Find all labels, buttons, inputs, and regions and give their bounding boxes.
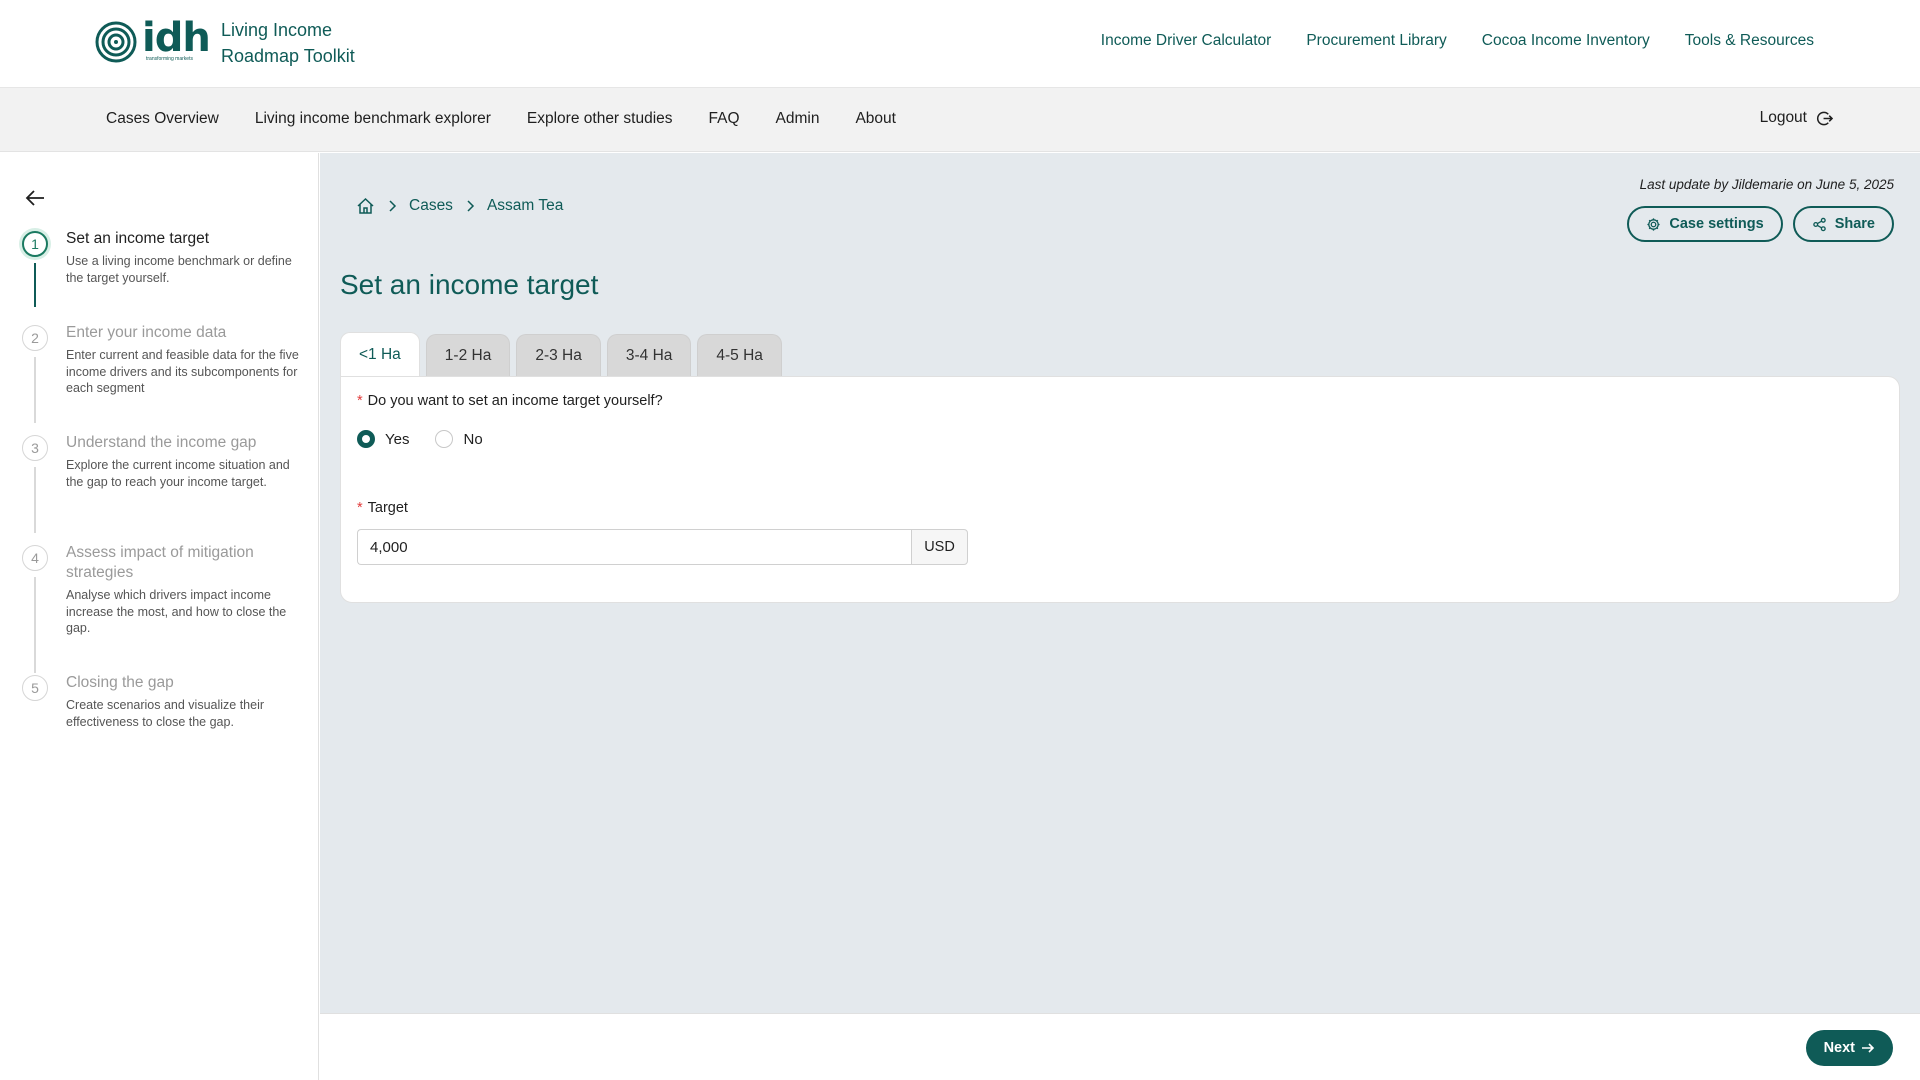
chevron-right-icon (389, 200, 397, 212)
steps-sidebar: 1 Set an income target Use a living inco… (0, 153, 319, 1080)
toolkit-title-line2: Roadmap Toolkit (221, 46, 355, 66)
share-label: Share (1834, 216, 1875, 232)
case-settings-button[interactable]: Case settings (1627, 206, 1783, 242)
nav-cases-overview[interactable]: Cases Overview (106, 110, 219, 128)
question-text: Do you want to set an income target your… (367, 393, 663, 409)
nav-explore-other-studies[interactable]: Explore other studies (527, 110, 673, 128)
target-label: * Target (357, 500, 408, 516)
main-content: Cases Assam Tea Last update by Jildemari… (320, 153, 1920, 1013)
step-title: Understand the income gap (66, 434, 257, 451)
step-connector (34, 263, 36, 307)
logo-subtext: transforming markets (146, 56, 193, 62)
step-connector (34, 357, 36, 423)
home-icon[interactable] (356, 197, 375, 215)
radio-no-label: No (463, 430, 483, 448)
step-title: Set an income target (66, 230, 210, 247)
top-header: idh transforming markets Living Income R… (0, 0, 1920, 88)
radio-no[interactable]: No (435, 430, 483, 448)
step-number: 5 (22, 675, 48, 701)
nav-about[interactable]: About (855, 110, 896, 128)
radio-no-dot[interactable] (435, 430, 454, 448)
nav-benchmark-explorer[interactable]: Living income benchmark explorer (255, 110, 491, 128)
nav-cocoa-income-inventory[interactable]: Cocoa Income Inventory (1482, 32, 1650, 50)
page-title: Set an income target (340, 269, 599, 300)
breadcrumb: Cases Assam Tea (356, 197, 563, 215)
required-marker: * (357, 500, 363, 516)
nav-income-driver-calculator[interactable]: Income Driver Calculator (1101, 32, 1272, 50)
share-button[interactable]: Share (1792, 206, 1894, 242)
step-number: 2 (22, 325, 48, 351)
nav-tools-resources[interactable]: Tools & Resources (1685, 32, 1814, 50)
next-label: Next (1823, 1040, 1855, 1056)
tab-1-2-ha[interactable]: 1-2 Ha (425, 334, 511, 376)
idh-logo[interactable]: idh transforming markets (94, 15, 211, 64)
step-description: Explore the current income situation and… (66, 458, 290, 489)
share-icon (1812, 217, 1826, 231)
breadcrumb-cases[interactable]: Cases (409, 197, 453, 215)
case-actions: Case settings Share (1627, 206, 1894, 242)
step-title: Assess impact of mitigation strategies (66, 544, 254, 581)
required-marker: * (357, 393, 363, 409)
logout-button[interactable]: Logout (1760, 109, 1833, 127)
currency-addon: USD (911, 529, 968, 565)
step-number: 1 (22, 231, 48, 257)
nav-admin[interactable]: Admin (776, 110, 820, 128)
footer-bar: Next (320, 1013, 1920, 1080)
step-description: Use a living income benchmark or define … (66, 254, 292, 285)
logout-label: Logout (1759, 109, 1807, 126)
radio-yes-label: Yes (385, 430, 410, 448)
logout-icon (1817, 111, 1833, 125)
step-description: Enter current and feasible data for the … (66, 348, 299, 395)
toolkit-title-line1: Living Income (221, 20, 333, 40)
tab-3-4-ha[interactable]: 3-4 Ha (606, 334, 692, 376)
nav-faq[interactable]: FAQ (709, 110, 740, 128)
step-description: Analyse which drivers impact income incr… (66, 588, 287, 635)
case-settings-label: Case settings (1669, 216, 1764, 232)
breadcrumb-current: Assam Tea (486, 197, 564, 214)
step-number: 3 (22, 435, 48, 461)
back-arrow-icon[interactable] (24, 187, 46, 209)
target-input[interactable]: 4,000 (357, 529, 911, 565)
step-connector (34, 467, 36, 533)
step-number: 4 (22, 545, 48, 571)
gear-icon (1647, 217, 1660, 231)
target-label-text: Target (367, 500, 408, 516)
spiral-logo-icon (95, 21, 137, 63)
top-nav: Income Driver Calculator Procurement Lib… (1101, 32, 1814, 50)
arrow-right-icon (1862, 1043, 1875, 1053)
radio-yes[interactable]: Yes (357, 430, 409, 448)
logo-text: idh (142, 15, 211, 61)
step-title: Enter your income data (66, 324, 227, 341)
segment-tabs: <1 Ha 1-2 Ha 2-3 Ha 3-4 Ha 4-5 Ha (340, 332, 782, 376)
tab-2-3-ha[interactable]: 2-3 Ha (516, 334, 601, 376)
step-connector (34, 577, 36, 673)
secondary-nav: Cases Overview Living income benchmark e… (0, 88, 1920, 152)
next-button[interactable]: Next (1805, 1030, 1893, 1066)
step-title: Closing the gap (66, 674, 174, 691)
toolkit-title: Living Income Roadmap Toolkit (221, 17, 355, 69)
tab-4-5-ha[interactable]: 4-5 Ha (697, 334, 782, 376)
step-description: Create scenarios and visualize their eff… (66, 698, 265, 729)
nav-procurement-library[interactable]: Procurement Library (1306, 32, 1446, 50)
last-update-text: Last update by Jildemarie on June 5, 202… (1639, 177, 1894, 192)
tab-less-than-1-ha[interactable]: <1 Ha (340, 332, 420, 376)
income-target-form: * Do you want to set an income target you… (340, 376, 1900, 603)
radio-yes-dot[interactable] (357, 430, 375, 448)
target-input-group: 4,000 USD (357, 529, 968, 565)
target-radio-group: Yes No (357, 430, 483, 448)
question-label: * Do you want to set an income target you… (357, 393, 663, 409)
chevron-right-icon (467, 200, 474, 212)
